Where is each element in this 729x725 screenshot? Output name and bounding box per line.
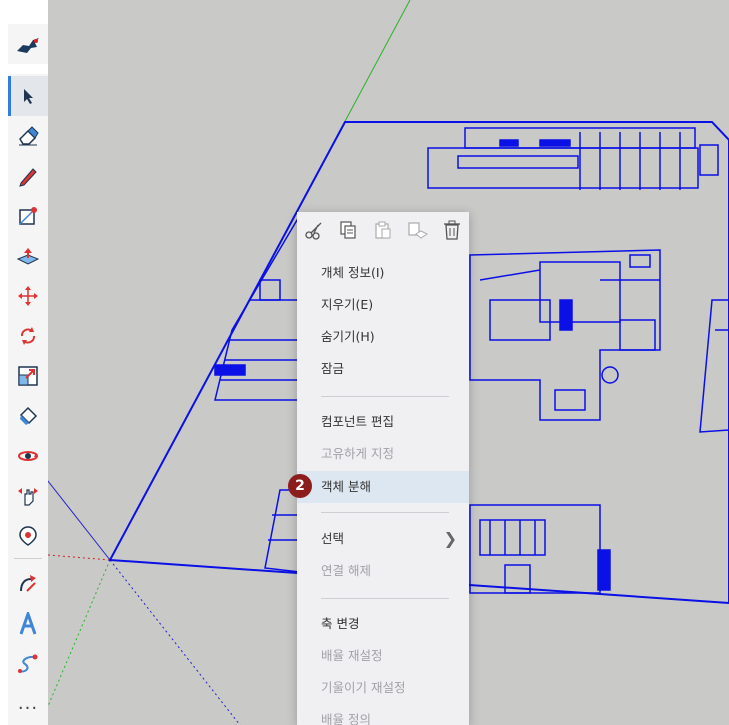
delete-button[interactable] [440,218,464,242]
menu-item-reset-skew: 기울이기 재설정 [321,680,406,695]
menu-item-make-unique: 고유하게 지정 [321,446,394,461]
sketchup-logo-icon [17,38,39,53]
scale-icon [18,366,38,386]
blue-axis-dashed [109,559,241,725]
menu-item-erase[interactable]: 지우기(E) [297,289,469,321]
arrow-cursor-icon [24,89,33,104]
red-axis-dashed [47,554,111,561]
rotate-icon [21,327,35,345]
delete-icon [444,220,460,240]
orbit-tool[interactable] [8,436,48,476]
menu-item-unglue: 연결 해제 [321,563,371,578]
zoom-icon [19,526,37,546]
menu-item-entity-info[interactable]: 개체 정보(I) [297,257,469,289]
scale-tool[interactable] [8,356,48,396]
cut-button[interactable] [302,218,326,242]
move-tool[interactable] [8,276,48,316]
menu-separator [321,396,449,397]
eraser-tool[interactable] [8,116,48,156]
paste-button[interactable] [371,218,395,242]
pan-tool[interactable] [8,476,48,516]
push-pull-icon [16,248,40,265]
menu-item-scale-definition: 배율 정의 [321,712,371,725]
pencil-icon [19,168,37,187]
text-icon [19,612,37,635]
pencil-tool[interactable] [8,156,48,196]
paste-in-place-button[interactable] [405,218,429,242]
copy-icon [340,221,356,239]
chevron-right-icon: ❯ [443,529,457,548]
menu-item-lock[interactable]: 잠금 [297,353,469,385]
menu-item-explode[interactable]: 객체 분해 [297,471,469,503]
menu-item-select[interactable]: 선택 ❯ [297,523,469,555]
more-tools-label: ... [17,693,39,714]
toolbar-separator [14,558,42,559]
menu-separator [321,512,449,513]
app-logo-button[interactable] [8,24,48,64]
paste-icon [375,221,391,239]
menu-item-change-axes[interactable]: 축 변경 [297,608,469,640]
menu-separator [321,598,449,599]
rectangle-icon [19,207,37,225]
menu-item-select-label: 선택 [321,531,345,546]
zoom-extents-tool[interactable] [8,516,48,556]
paste-in-place-icon [408,222,428,239]
step-number-badge: 2 [288,474,312,498]
context-menu: 개체 정보(I) 지우기(E) 숨기기(H) 잠금 컴포넌트 편집 고유하게 지… [297,212,469,725]
rotate-tool[interactable] [8,316,48,356]
eraser-icon [19,126,39,146]
rectangle-tool[interactable] [8,196,48,236]
text-tool[interactable] [8,604,48,644]
pan-hand-icon [18,488,38,506]
orbit-icon [18,451,38,461]
blueprint-lines [214,127,729,594]
more-tools-button[interactable]: ... [8,684,48,724]
follow-me-tool[interactable] [8,564,48,604]
freehand-tool[interactable] [8,644,48,684]
push-pull-tool[interactable] [8,236,48,276]
cut-icon [305,222,322,240]
context-menu-icon-row [297,212,469,248]
green-axis-dashed [39,559,111,725]
paint-bucket-tool[interactable] [8,396,48,436]
tool-palette: ... [8,74,48,725]
freehand-icon [18,654,38,673]
paint-bucket-icon [19,406,38,425]
select-tool[interactable] [8,76,48,116]
menu-item-edit-component[interactable]: 컴포넌트 편집 [297,406,469,438]
follow-me-icon [20,575,36,592]
copy-button[interactable] [336,218,360,242]
menu-item-hide[interactable]: 숨기기(H) [297,321,469,353]
menu-item-reset-scale: 배율 재설정 [321,648,383,663]
move-icon [18,286,38,306]
